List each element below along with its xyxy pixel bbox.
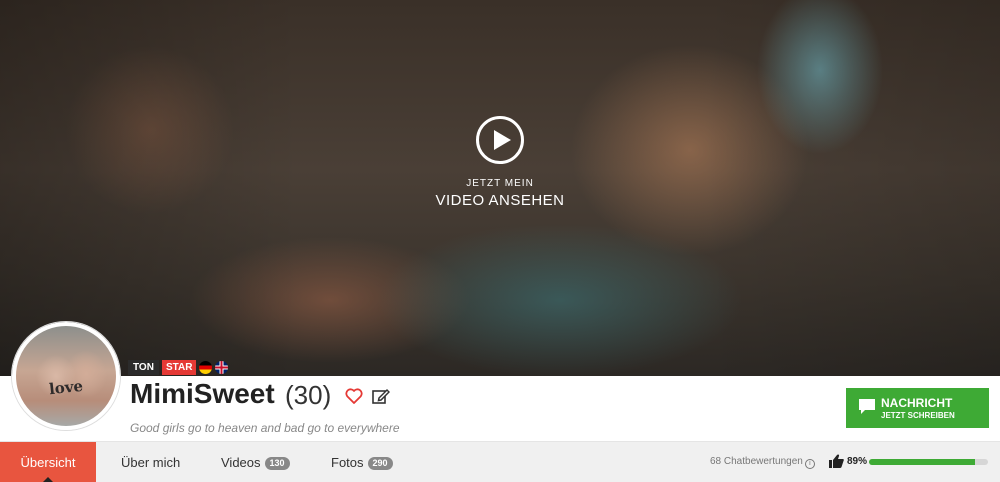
profile-nav: Übersicht Über mich Videos 130 Fotos 290 6… <box>0 441 1000 482</box>
video-cta-line1: JETZT MEIN <box>466 178 534 189</box>
video-cta[interactable]: JETZT MEIN VIDEO ANSEHEN <box>400 116 600 209</box>
heart-icon[interactable] <box>345 388 363 409</box>
tab-videos[interactable]: Videos 130 <box>221 442 290 482</box>
rating-bar <box>869 459 988 465</box>
chat-ratings[interactable]: 68 Chatbewertungen i <box>710 456 815 469</box>
chat-icon <box>858 398 876 421</box>
thumbs-up-icon <box>829 454 844 473</box>
profile-name: MimiSweet <box>130 378 275 409</box>
hero-video-banner[interactable]: JETZT MEIN VIDEO ANSEHEN <box>0 0 1000 376</box>
flag-de-icon <box>199 361 213 374</box>
video-cta-line2: VIDEO ANSEHEN <box>435 192 565 209</box>
ton-badge: TON <box>128 360 159 375</box>
send-message-label: NACHRICHT <box>881 396 953 410</box>
profile-badges: TON STAR <box>128 360 229 375</box>
avatar-tattoo-text: love <box>48 376 84 399</box>
info-icon[interactable]: i <box>804 459 815 469</box>
rating-bar-fill <box>869 459 975 465</box>
photos-count-badge: 290 <box>367 457 393 470</box>
avatar[interactable]: love <box>12 322 120 430</box>
tab-photos[interactable]: Fotos 290 <box>331 442 393 482</box>
send-message-sublabel: JETZT SCHREIBEN <box>881 411 955 420</box>
tab-photos-label: Fotos <box>331 455 364 470</box>
profile-page: JETZT MEIN VIDEO ANSEHEN MimiSweet (30) … <box>0 0 1000 482</box>
tab-overview[interactable]: Übersicht <box>0 442 96 482</box>
profile-info-bar: MimiSweet (30) Good girls go to heaven a… <box>0 376 1000 441</box>
edit-note-icon[interactable] <box>372 388 391 410</box>
profile-motto: Good girls go to heaven and bad go to ev… <box>130 421 400 435</box>
tab-about-me[interactable]: Über mich <box>121 442 180 482</box>
videos-count-badge: 130 <box>264 457 290 470</box>
tab-overview-label: Übersicht <box>20 455 76 470</box>
rating-percent: 89% <box>847 456 868 467</box>
tab-about-me-label: Über mich <box>121 455 181 470</box>
profile-age: (30) <box>285 380 332 410</box>
flag-gb-icon <box>215 361 229 374</box>
star-badge: STAR <box>161 360 197 375</box>
chat-ratings-label: 68 Chatbewertungen <box>710 456 803 467</box>
send-message-button[interactable]: NACHRICHT JETZT SCHREIBEN <box>846 388 989 428</box>
tab-videos-label: Videos <box>221 455 261 470</box>
play-icon[interactable] <box>476 116 524 164</box>
